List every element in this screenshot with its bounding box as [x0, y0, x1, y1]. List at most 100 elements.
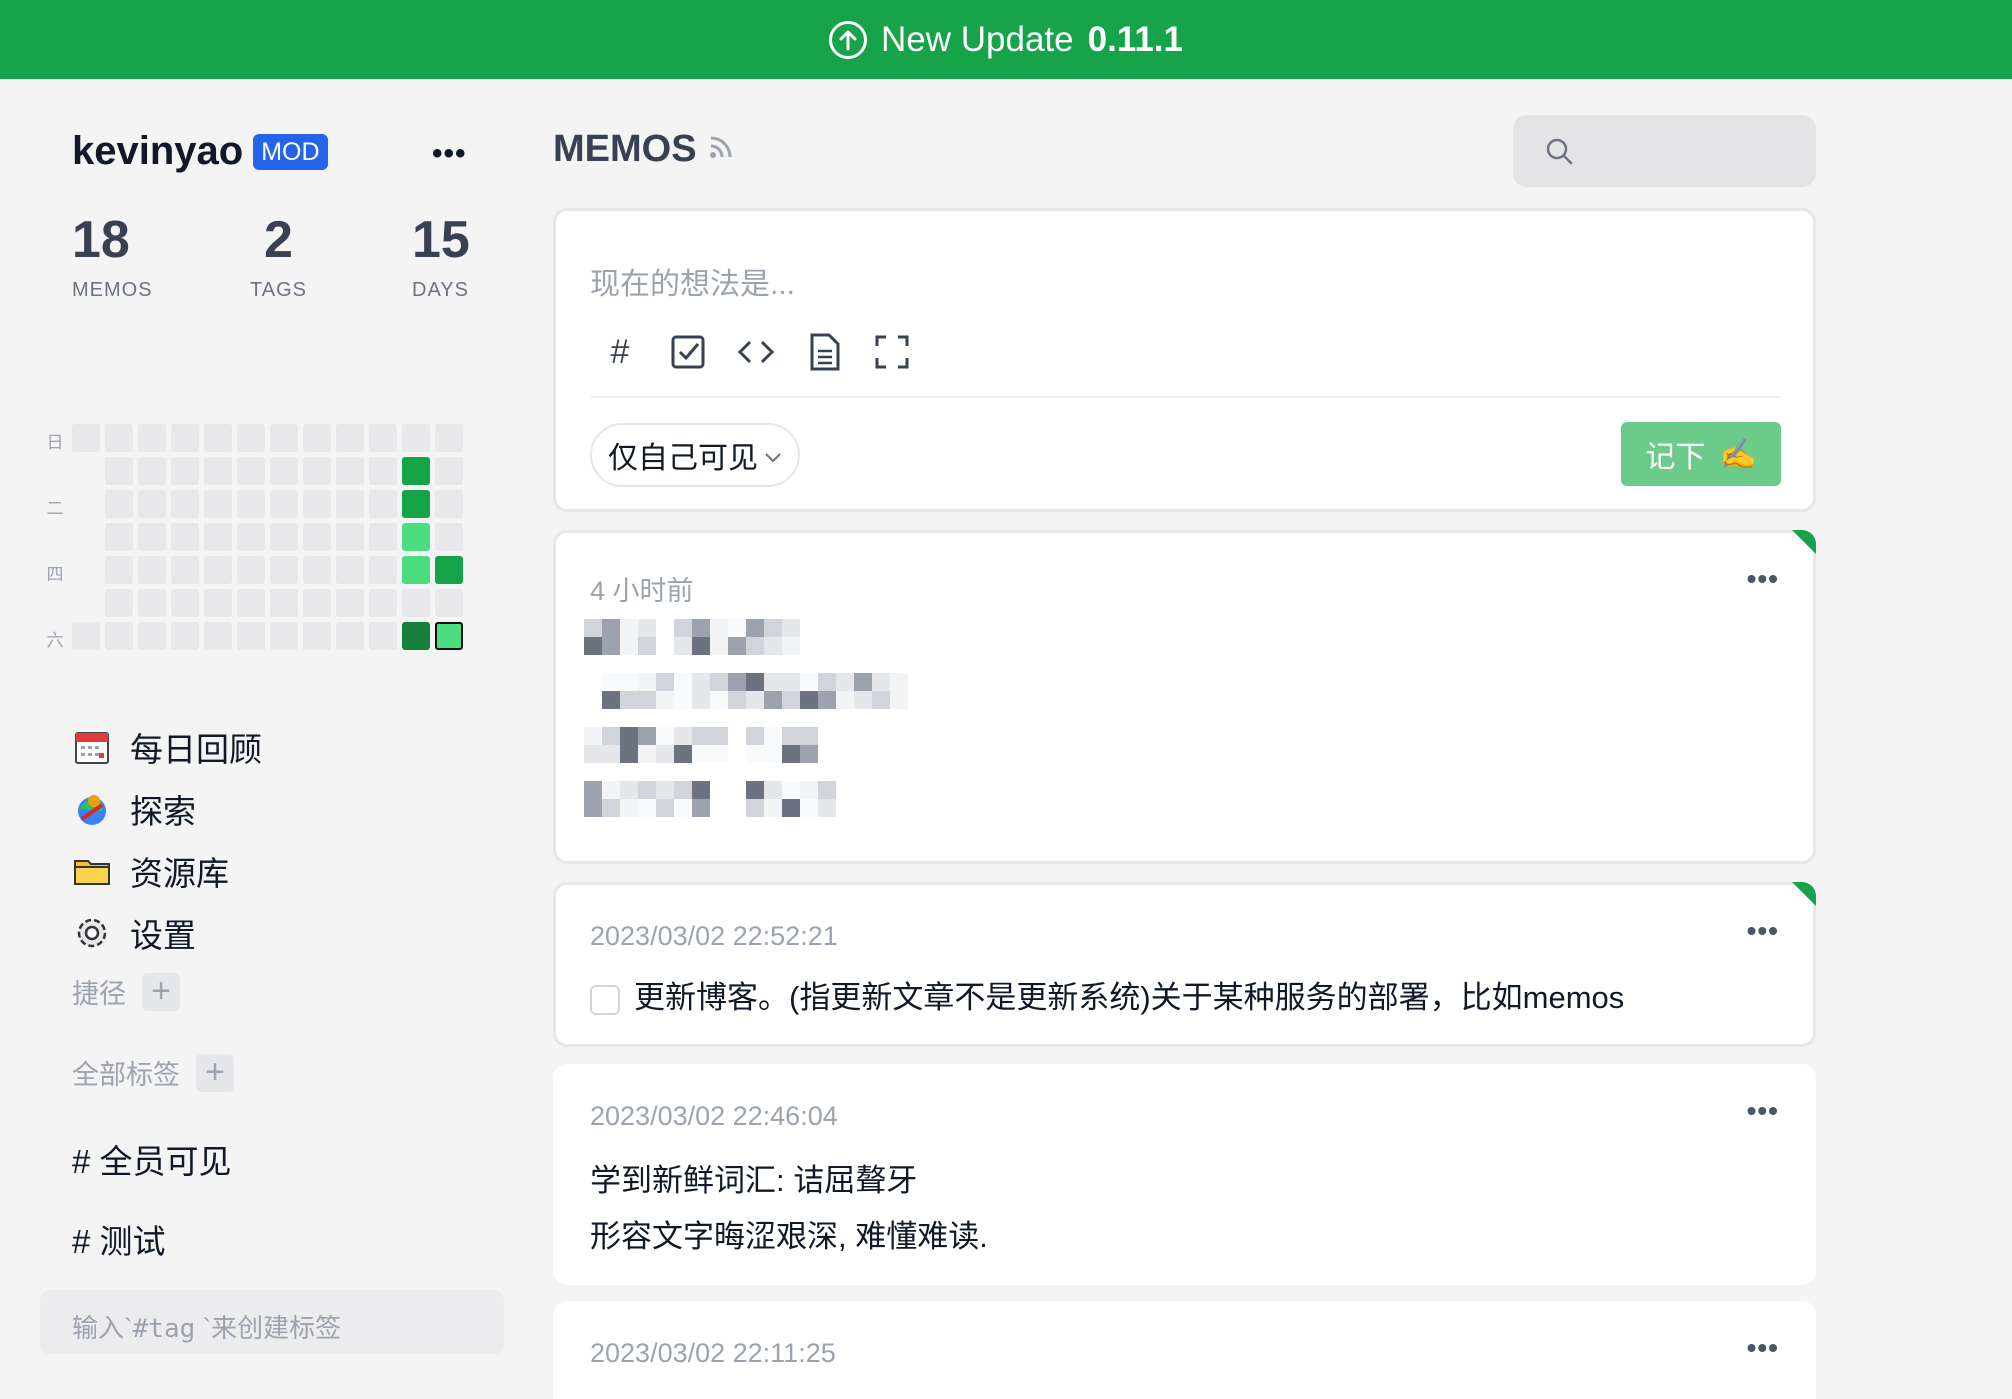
- heatmap-cell[interactable]: [204, 622, 232, 650]
- heatmap-cell[interactable]: [105, 457, 133, 485]
- heatmap-cell[interactable]: [336, 622, 364, 650]
- heatmap-cell[interactable]: [303, 622, 331, 650]
- heatmap-cell[interactable]: [270, 490, 298, 518]
- nav-item-explore[interactable]: 探索: [72, 781, 432, 837]
- save-button[interactable]: 记下 ✍️: [1621, 422, 1781, 486]
- heatmap-cell[interactable]: [435, 424, 463, 452]
- heatmap-cell[interactable]: [138, 490, 166, 518]
- heatmap-cell[interactable]: [402, 457, 430, 485]
- heatmap-cell[interactable]: [303, 490, 331, 518]
- fullscreen-icon[interactable]: [873, 333, 911, 371]
- heatmap-cell[interactable]: [336, 589, 364, 617]
- heatmap-cell[interactable]: [138, 622, 166, 650]
- heatmap-cell[interactable]: [402, 523, 430, 551]
- heatmap-cell[interactable]: [402, 622, 430, 650]
- heatmap-cell[interactable]: [237, 556, 265, 584]
- heatmap-cell[interactable]: [369, 589, 397, 617]
- memo-time[interactable]: 4 小时前: [590, 569, 694, 608]
- nav-item-settings[interactable]: 设置: [72, 905, 432, 961]
- heatmap-cell[interactable]: [435, 457, 463, 485]
- heatmap-cell[interactable]: [369, 424, 397, 452]
- stat-days[interactable]: 15 DAYS: [412, 209, 470, 302]
- heatmap-cell[interactable]: [336, 424, 364, 452]
- heatmap-cell[interactable]: [237, 589, 265, 617]
- user-menu-button[interactable]: •••: [432, 137, 467, 171]
- heatmap-cell[interactable]: [138, 457, 166, 485]
- memo-more-button[interactable]: •••: [1747, 915, 1779, 947]
- heatmap-cell[interactable]: [138, 424, 166, 452]
- heatmap-cell[interactable]: [369, 490, 397, 518]
- heatmap-cell[interactable]: [303, 523, 331, 551]
- heatmap-cell[interactable]: [138, 589, 166, 617]
- heatmap-cell[interactable]: [270, 556, 298, 584]
- stat-memos[interactable]: 18 MEMOS: [72, 209, 153, 302]
- add-tag-button[interactable]: +: [196, 1053, 234, 1092]
- heatmap-cell[interactable]: [72, 622, 100, 650]
- heatmap-cell[interactable]: [336, 457, 364, 485]
- heatmap-cell[interactable]: [270, 457, 298, 485]
- heatmap-cell[interactable]: [303, 424, 331, 452]
- update-banner[interactable]: New Update 0.11.1: [0, 0, 2012, 79]
- heatmap-cell[interactable]: [204, 556, 232, 584]
- heatmap-cell[interactable]: [303, 589, 331, 617]
- heatmap-cell[interactable]: [138, 556, 166, 584]
- heatmap-cell[interactable]: [270, 622, 298, 650]
- heatmap-cell[interactable]: [171, 424, 199, 452]
- heatmap-cell[interactable]: [204, 490, 232, 518]
- file-icon[interactable]: [805, 333, 843, 371]
- heatmap-cell[interactable]: [270, 523, 298, 551]
- heatmap-cell[interactable]: [402, 556, 430, 584]
- stat-tags[interactable]: 2 TAGS: [250, 209, 307, 302]
- memo-time[interactable]: 2023/03/02 22:52:21: [590, 921, 838, 952]
- heatmap-cell[interactable]: [435, 589, 463, 617]
- memo-more-button[interactable]: •••: [1747, 1095, 1779, 1127]
- heatmap-cell[interactable]: [369, 457, 397, 485]
- heatmap-cell[interactable]: [138, 523, 166, 551]
- heatmap-cell[interactable]: [303, 556, 331, 584]
- visibility-select[interactable]: 仅自己可见: [590, 423, 800, 487]
- heatmap-cell[interactable]: [237, 424, 265, 452]
- memo-time[interactable]: 2023/03/02 22:11:25: [590, 1338, 836, 1369]
- heatmap-cell[interactable]: [435, 523, 463, 551]
- heatmap-cell[interactable]: [237, 523, 265, 551]
- heatmap-cell[interactable]: [171, 556, 199, 584]
- heatmap-cell[interactable]: [237, 622, 265, 650]
- heatmap-cell[interactable]: [237, 490, 265, 518]
- editor-input[interactable]: 现在的想法是...: [590, 259, 795, 303]
- add-shortcut-button[interactable]: +: [142, 972, 180, 1011]
- heatmap-cell[interactable]: [171, 457, 199, 485]
- search-box[interactable]: [1513, 115, 1816, 187]
- heatmap-cell[interactable]: [336, 556, 364, 584]
- nav-item-resources[interactable]: 资源库: [72, 843, 432, 899]
- heatmap-cell[interactable]: [435, 490, 463, 518]
- heatmap-cell[interactable]: [435, 556, 463, 584]
- heatmap-cell[interactable]: [204, 523, 232, 551]
- heatmap-cell[interactable]: [237, 457, 265, 485]
- heatmap-cell[interactable]: [402, 490, 430, 518]
- rss-icon[interactable]: [707, 128, 735, 171]
- heatmap-cell[interactable]: [105, 556, 133, 584]
- heatmap-cell[interactable]: [369, 622, 397, 650]
- heatmap-cell[interactable]: [105, 490, 133, 518]
- heatmap-cell[interactable]: [204, 424, 232, 452]
- heatmap-cell[interactable]: [171, 622, 199, 650]
- heatmap-cell[interactable]: [303, 457, 331, 485]
- heatmap-cell[interactable]: [435, 622, 463, 650]
- tag-icon[interactable]: #: [601, 333, 639, 371]
- checkbox-icon[interactable]: [669, 333, 707, 371]
- heatmap-cell[interactable]: [270, 424, 298, 452]
- heatmap-cell[interactable]: [369, 556, 397, 584]
- task-checkbox[interactable]: [590, 984, 620, 1015]
- memo-time[interactable]: 2023/03/02 22:46:04: [590, 1101, 838, 1132]
- heatmap-cell[interactable]: [105, 523, 133, 551]
- memo-more-button[interactable]: •••: [1747, 563, 1779, 595]
- heatmap-cell[interactable]: [105, 622, 133, 650]
- nav-item-daily-review[interactable]: 每日回顾: [72, 719, 432, 775]
- heatmap-cell[interactable]: [171, 589, 199, 617]
- heatmap-cell[interactable]: [72, 424, 100, 452]
- code-icon[interactable]: [737, 333, 775, 371]
- heatmap-cell[interactable]: [369, 523, 397, 551]
- heatmap-cell[interactable]: [402, 589, 430, 617]
- user-banner[interactable]: kevinyao MOD: [72, 129, 328, 174]
- memo-more-button[interactable]: •••: [1747, 1332, 1779, 1364]
